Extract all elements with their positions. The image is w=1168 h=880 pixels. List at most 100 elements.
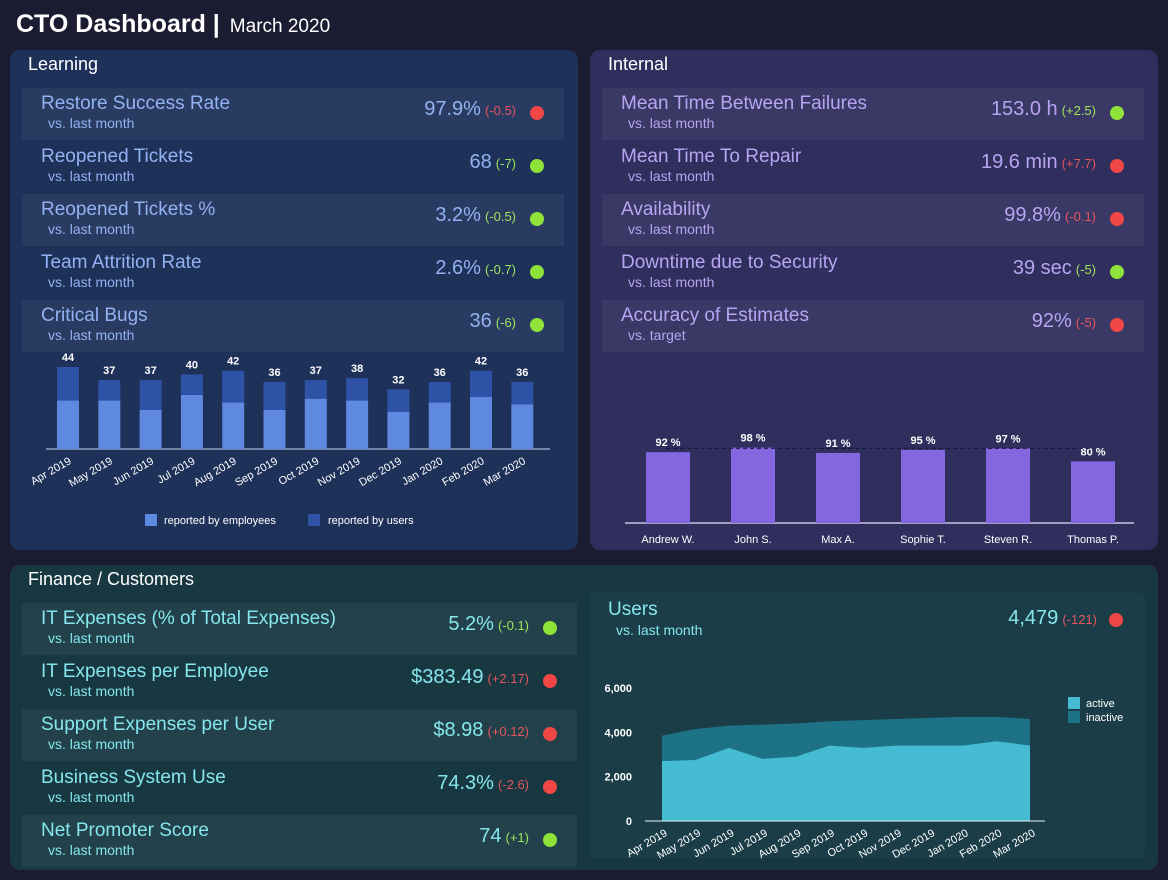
kpi-change: (-0.5) bbox=[484, 103, 516, 118]
x-tick-label: Sophie T. bbox=[900, 534, 946, 546]
kpi-change: (+0.12) bbox=[487, 724, 529, 739]
bar-segment-employees bbox=[511, 404, 534, 449]
bar-segment-users bbox=[511, 381, 534, 405]
kpi-value-text: $383.49 bbox=[411, 666, 484, 688]
kpi-value: 36 (-6) bbox=[470, 310, 516, 333]
kpi-value: 153.0 h (+2.5) bbox=[991, 98, 1096, 121]
x-tick-label: John S. bbox=[734, 534, 771, 546]
status-dot bbox=[543, 727, 557, 741]
kpi-value-text: 74 bbox=[479, 825, 502, 847]
bar-segment-users bbox=[98, 380, 121, 401]
status-dot bbox=[1110, 212, 1124, 226]
status-dot bbox=[530, 159, 544, 173]
bar bbox=[1071, 461, 1115, 523]
bar-segment-employees bbox=[428, 402, 451, 449]
panel-title: Learning bbox=[28, 54, 99, 74]
status-dot bbox=[543, 833, 557, 847]
kpi-change: (-7) bbox=[495, 156, 516, 171]
kpi-change: (+2.5) bbox=[1061, 103, 1096, 118]
data-label: 42 bbox=[475, 356, 487, 368]
legend-swatch bbox=[1068, 697, 1080, 709]
kpi-subtitle: vs. last month bbox=[48, 630, 135, 646]
x-tick-label: Oct 2019 bbox=[277, 455, 322, 488]
kpi-value-text: $8.98 bbox=[433, 719, 484, 741]
kpi-row: Business System Use vs. last month 74.3%… bbox=[22, 762, 577, 814]
kpi-value-text: 99.8% bbox=[1004, 204, 1061, 226]
kpi-name: Business System Use bbox=[41, 767, 226, 788]
users-change: (-121) bbox=[1062, 612, 1097, 627]
users-area-chart: 02,0004,0006,000Apr 2019May 2019Jun 2019… bbox=[604, 683, 1123, 862]
data-label: 36 bbox=[516, 367, 528, 379]
x-tick-label: Max A. bbox=[821, 534, 855, 546]
kpi-row: Support Expenses per User vs. last month… bbox=[22, 709, 577, 761]
y-tick-label: 6,000 bbox=[604, 683, 632, 695]
kpi-value-text: 68 bbox=[469, 151, 492, 173]
dashboard-header: CTO Dashboard | March 2020 bbox=[16, 10, 330, 39]
data-label: 42 bbox=[227, 356, 239, 368]
legend-label: reported by users bbox=[328, 515, 414, 527]
kpi-row: Team Attrition Rate vs. last month 2.6%(… bbox=[22, 247, 564, 299]
bar-segment-employees bbox=[263, 409, 286, 449]
kpi-name: IT Expenses per Employee bbox=[41, 661, 269, 682]
kpi-value-text: 153.0 h bbox=[990, 98, 1058, 120]
x-tick-label: Steven R. bbox=[984, 534, 1032, 546]
kpi-change: (-6) bbox=[495, 315, 516, 330]
status-dot bbox=[530, 212, 544, 226]
kpi-name: Restore Success Rate bbox=[41, 93, 231, 114]
x-tick-label: Sep 2019 bbox=[233, 455, 280, 489]
kpi-row: Reopened Tickets % vs. last month 3.2% (-… bbox=[22, 194, 564, 246]
status-dot bbox=[530, 265, 544, 279]
kpi-name: Reopened Tickets % bbox=[41, 199, 216, 220]
kpi-name: Net Promoter Score bbox=[41, 820, 209, 841]
kpi-name: Availability bbox=[621, 199, 711, 220]
bar bbox=[986, 448, 1030, 523]
kpi-subtitle: vs. last month bbox=[48, 842, 135, 858]
legend-label: active bbox=[1086, 698, 1115, 710]
status-dot bbox=[530, 318, 544, 332]
kpi-value: $383.49 (+2.17) bbox=[411, 666, 529, 689]
panel-title: Internal bbox=[608, 54, 669, 74]
x-tick-label: Andrew W. bbox=[641, 534, 694, 546]
area-active bbox=[662, 741, 1030, 821]
kpi-change: (-0.7) bbox=[484, 262, 516, 277]
kpi-subtitle: vs. last month bbox=[48, 221, 135, 237]
kpi-subtitle: vs. last month bbox=[48, 683, 135, 699]
kpi-row: IT Expenses per Employee vs. last month … bbox=[22, 656, 577, 708]
kpi-change: (-0.1) bbox=[497, 618, 529, 633]
kpi-value: 3.2% (-0.5) bbox=[435, 204, 516, 227]
kpi-name: Mean Time To Repair bbox=[621, 146, 802, 167]
kpi-value-text: 5.2% bbox=[448, 613, 494, 635]
kpi-value-text: 97.9% bbox=[424, 98, 481, 120]
kpi-value: 68 (-7) bbox=[470, 151, 516, 174]
bar-segment-employees bbox=[57, 400, 79, 449]
data-label: 44 bbox=[62, 352, 75, 364]
kpi-row: Mean Time To Repair vs. last month 19.6 … bbox=[602, 141, 1144, 193]
bar-segment-employees bbox=[470, 396, 492, 449]
legend-swatch bbox=[1068, 711, 1080, 723]
bar-segment-users bbox=[304, 380, 327, 399]
kpi-value-text: 19.6 min bbox=[980, 151, 1058, 173]
x-tick-label: Aug 2019 bbox=[192, 455, 239, 489]
kpi-row: Downtime due to Security vs. last month … bbox=[602, 247, 1144, 299]
data-label: 40 bbox=[186, 359, 198, 371]
kpi-name: IT Expenses (% of Total Expenses) bbox=[41, 608, 337, 629]
kpi-name: Support Expenses per User bbox=[41, 714, 275, 735]
users-title: Users bbox=[608, 599, 658, 620]
bar-segment-users bbox=[263, 381, 286, 410]
bar-segment-employees bbox=[387, 411, 410, 449]
kpi-value: 5.2% (-0.1) bbox=[448, 613, 529, 636]
kpi-value-text: 39 sec bbox=[1012, 257, 1072, 279]
status-dot bbox=[543, 621, 557, 635]
y-tick-label: 4,000 bbox=[604, 727, 632, 739]
kpi-value: 19.6 min (+7.7) bbox=[981, 151, 1096, 174]
bar-segment-users bbox=[470, 370, 492, 397]
kpi-change: (+2.17) bbox=[487, 671, 529, 686]
legend-label: inactive bbox=[1086, 712, 1123, 724]
data-label: 92 % bbox=[655, 437, 680, 449]
kpi-change: (-0.5) bbox=[484, 209, 516, 224]
legend-label: reported by employees bbox=[164, 515, 276, 527]
internal-panel: Internal Mean Time Between Failures vs. … bbox=[590, 50, 1158, 550]
data-label: 36 bbox=[434, 367, 446, 379]
status-dot bbox=[543, 674, 557, 688]
bar-segment-users bbox=[57, 367, 79, 401]
